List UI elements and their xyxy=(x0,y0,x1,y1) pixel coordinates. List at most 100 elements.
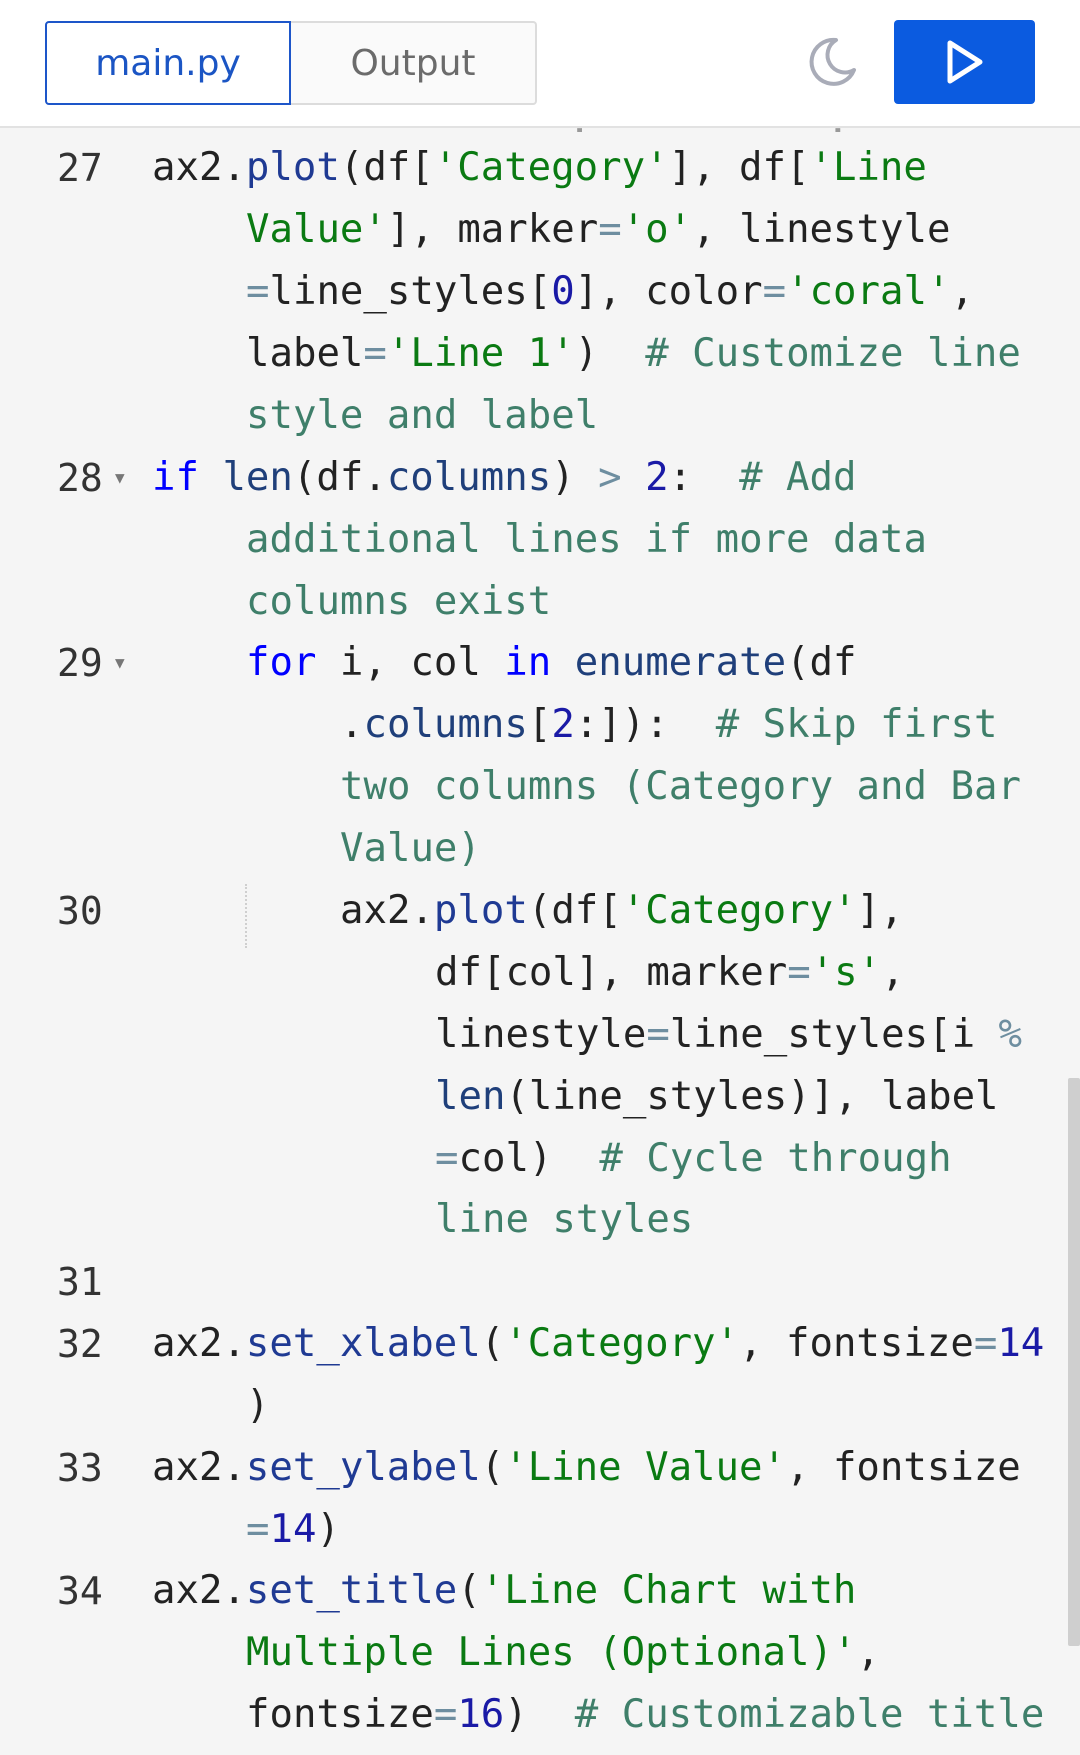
code-line: Value'], marker='o', linestyle xyxy=(246,199,950,261)
code-token: 'Category' xyxy=(621,888,857,933)
code-line: linestyle=line_styles[i % xyxy=(435,1004,1022,1066)
code-token: : xyxy=(668,455,740,500)
code-token: set_xlabel xyxy=(245,1321,481,1366)
code-editor[interactable]: . . 27 28 ▼ 29 ▼ 30 31 32 33 34 ax2.plot… xyxy=(0,128,1080,1755)
code-line: ax2.set_xlabel('Category', fontsize=14 xyxy=(152,1313,1044,1375)
code-token: 'coral' xyxy=(786,269,951,314)
code-comment: two columns (Category and Bar xyxy=(340,764,1021,809)
vertical-scrollbar[interactable] xyxy=(1068,1078,1080,1646)
code-token: = xyxy=(246,1507,270,1552)
code-token: len xyxy=(435,1074,506,1119)
code-line: ax2.plot(df['Category'], df['Line xyxy=(152,137,927,199)
code-line: if len(df.columns) > 2: # Add xyxy=(152,447,856,509)
theme-toggle-button[interactable] xyxy=(800,30,864,94)
code-token: ax2. xyxy=(152,1568,246,1613)
code-comment: Value) xyxy=(340,826,481,871)
code-token: (line_styles)], label xyxy=(505,1074,999,1119)
code-token: 'Line Chart with xyxy=(480,1568,857,1613)
code-token: ], df[ xyxy=(668,145,810,190)
code-token: , linestyle xyxy=(692,207,951,252)
code-token: = xyxy=(433,1692,458,1737)
fold-arrow-icon[interactable]: ▼ xyxy=(115,632,125,694)
moon-icon xyxy=(809,37,856,86)
code-token: i, col xyxy=(316,640,505,685)
code-token: ) xyxy=(504,1692,575,1737)
code-token: ) xyxy=(246,1383,270,1428)
code-token: 0 xyxy=(551,269,575,314)
tab-output[interactable]: Output xyxy=(291,21,537,105)
code-token: col) xyxy=(458,1136,600,1181)
code-token: ax2. xyxy=(340,888,434,933)
code-token: line_styles[ xyxy=(269,269,552,314)
code-token: :]): xyxy=(574,702,716,747)
file-tabs: main.py Output xyxy=(45,21,537,105)
code-token: 14 xyxy=(269,1507,317,1552)
code-comment: # Customizable title xyxy=(574,1692,1045,1737)
code-token: > xyxy=(598,455,622,500)
run-button[interactable] xyxy=(894,20,1035,104)
code-token: 'Line 1' xyxy=(386,331,575,376)
code-token: (df xyxy=(786,640,857,685)
editor-header: main.py Output xyxy=(0,0,1080,128)
code-line: ax2.set_title('Line Chart with xyxy=(152,1560,856,1622)
code-token: , xyxy=(881,950,905,995)
code-token: = xyxy=(363,331,387,376)
code-token: line_styles[i xyxy=(669,1012,999,1057)
code-token: = xyxy=(973,1321,998,1366)
code-token: = xyxy=(246,269,270,314)
line-number: 32 xyxy=(57,1322,103,1366)
code-token: set_title xyxy=(245,1568,458,1613)
code-token: (df[ xyxy=(527,888,622,933)
code-token: ( xyxy=(480,1321,505,1366)
tab-main-py[interactable]: main.py xyxy=(45,21,291,105)
code-comment: line styles xyxy=(435,1197,694,1242)
code-line: =col) # Cycle through xyxy=(435,1128,952,1190)
code-token: = xyxy=(435,1136,459,1181)
code-token: ) xyxy=(574,331,646,376)
code-comment: additional lines if more data xyxy=(246,517,927,562)
code-token: ax2. xyxy=(152,1321,246,1366)
code-token: Multiple Lines (Optional)' xyxy=(246,1630,857,1675)
line-number: 27 xyxy=(57,146,103,190)
code-line: ) xyxy=(246,1375,269,1437)
code-token: = xyxy=(762,269,787,314)
code-token: len xyxy=(222,455,293,500)
code-token: = xyxy=(787,950,811,995)
code-token: , xyxy=(950,269,974,314)
code-token: 2 xyxy=(645,455,669,500)
code-token: (df. xyxy=(292,455,387,500)
code-token: 16 xyxy=(457,1692,505,1737)
code-token: columns xyxy=(386,455,552,500)
code-token: ) xyxy=(551,455,599,500)
code-line: df[col], marker='s', xyxy=(435,942,905,1004)
line-number: 30 xyxy=(57,889,103,933)
code-token: , fontsize xyxy=(785,1445,1021,1490)
line-number: 29 xyxy=(57,641,103,685)
code-token: [ xyxy=(527,702,552,747)
fold-arrow-icon[interactable]: ▼ xyxy=(115,447,125,509)
code-line: label='Line 1') # Customize line xyxy=(246,323,1021,385)
code-token: if xyxy=(152,455,199,500)
play-icon xyxy=(947,40,982,84)
code-token: fontsize xyxy=(246,1692,434,1737)
code-token: . xyxy=(340,702,364,747)
code-token: 'Category' xyxy=(504,1321,740,1366)
code-line: ax2.set_ylabel('Line Value', fontsize xyxy=(152,1437,1021,1499)
line-number: 31 xyxy=(57,1260,103,1304)
code-token: plot xyxy=(245,145,340,190)
code-token: ax2. xyxy=(152,1445,246,1490)
line-number: 33 xyxy=(57,1446,103,1490)
code-line: ax2.plot(df['Category'], xyxy=(340,880,904,942)
code-token: , xyxy=(856,1630,880,1675)
code-token: label xyxy=(246,331,364,376)
code-token: 's' xyxy=(810,950,882,995)
code-line: for i, col in enumerate(df xyxy=(246,632,857,694)
code-comment: # Add xyxy=(739,455,857,500)
code-token: ], color xyxy=(574,269,763,314)
code-comment: # Customize line xyxy=(645,331,1021,376)
line-number: 34 xyxy=(57,1569,103,1613)
code-token: ( xyxy=(457,1568,481,1613)
code-line: =14) xyxy=(246,1499,340,1561)
